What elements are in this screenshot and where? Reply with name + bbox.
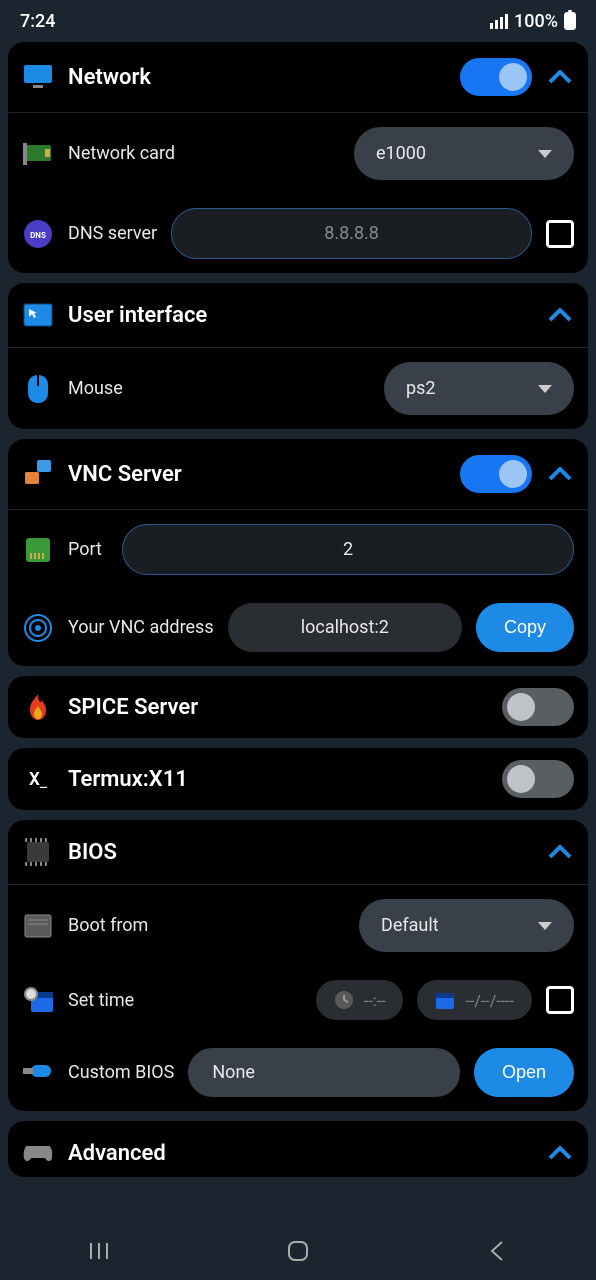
termux-header[interactable]: X_ Termux:X11: [8, 748, 588, 810]
section-ui: User interface Mouse ps2: [8, 283, 588, 429]
recents-button[interactable]: [85, 1237, 113, 1265]
back-button[interactable]: [483, 1237, 511, 1265]
mouse-label: Mouse: [68, 378, 370, 399]
port-label: Port: [68, 539, 108, 560]
vnc-address-label: Your VNC address: [68, 617, 214, 638]
port-row: Port 2: [8, 510, 588, 589]
section-spice: SPICE Server: [8, 676, 588, 738]
chevron-down-icon: [538, 922, 552, 930]
bios-header[interactable]: BIOS: [8, 820, 588, 884]
network-card-row: Network card e1000: [8, 113, 588, 194]
dns-icon: DNS: [22, 218, 54, 250]
chip-icon: [22, 836, 54, 868]
usb-icon: [22, 1057, 54, 1089]
section-advanced: Advanced: [8, 1121, 588, 1177]
open-button[interactable]: Open: [474, 1048, 574, 1097]
terminal-icon: X_: [22, 763, 54, 795]
gamepad-icon: [22, 1137, 54, 1169]
mouse-icon: [22, 373, 54, 405]
settime-label: Set time: [68, 990, 148, 1011]
section-termux: X_ Termux:X11: [8, 748, 588, 810]
monitor-icon: [22, 61, 54, 93]
dns-label: DNS server: [68, 223, 157, 244]
settime-checkbox[interactable]: [546, 986, 574, 1014]
mouse-dropdown[interactable]: ps2: [384, 362, 574, 415]
chevron-up-icon[interactable]: [546, 838, 574, 866]
battery-icon: [564, 12, 576, 30]
dns-row: DNS DNS server 8.8.8.8: [8, 194, 588, 273]
home-button[interactable]: [284, 1237, 312, 1265]
port-icon: [22, 534, 54, 566]
dns-input[interactable]: 8.8.8.8: [171, 208, 532, 259]
network-title: Network: [68, 65, 446, 90]
battery-percent: 100%: [514, 11, 558, 32]
clock-icon: [334, 990, 354, 1010]
vnc-toggle[interactable]: [460, 455, 532, 493]
status-bar: 7:24 100%: [0, 0, 596, 42]
network-card-dropdown[interactable]: e1000: [354, 127, 574, 180]
ui-header[interactable]: User interface: [8, 283, 588, 347]
boot-dropdown[interactable]: Default: [359, 899, 574, 952]
spice-header[interactable]: SPICE Server: [8, 676, 588, 738]
chevron-up-icon[interactable]: [546, 63, 574, 91]
network-header[interactable]: Network: [8, 42, 588, 112]
drive-icon: [22, 910, 54, 942]
chevron-down-icon: [538, 385, 552, 393]
vnc-title: VNC Server: [68, 462, 446, 487]
custom-bios-label: Custom BIOS: [68, 1062, 174, 1083]
status-time: 7:24: [20, 11, 55, 32]
svg-text:DNS: DNS: [30, 231, 46, 240]
port-input[interactable]: 2: [122, 524, 574, 575]
spice-toggle[interactable]: [502, 688, 574, 726]
advanced-header[interactable]: Advanced: [8, 1121, 588, 1177]
settime-row: Set time --:-- --/--/----: [8, 966, 588, 1034]
copy-button[interactable]: Copy: [476, 603, 574, 652]
chevron-up-icon[interactable]: [546, 301, 574, 329]
vnc-icon: [22, 458, 54, 490]
signal-icon: [490, 14, 508, 29]
chevron-up-icon[interactable]: [546, 460, 574, 488]
flame-icon: [22, 691, 54, 723]
chevron-up-icon[interactable]: [546, 1139, 574, 1167]
termux-toggle[interactable]: [502, 760, 574, 798]
system-nav-bar: [0, 1222, 596, 1280]
desktop-icon: [22, 299, 54, 331]
vnc-address-value: localhost:2: [228, 603, 462, 652]
termux-title: Termux:X11: [68, 767, 488, 792]
mouse-row: Mouse ps2: [8, 348, 588, 429]
vnc-address-row: Your VNC address localhost:2 Copy: [8, 589, 588, 666]
date-picker[interactable]: --/--/----: [417, 980, 532, 1020]
section-network: Network Network card e1000 DNS DNS serve…: [8, 42, 588, 273]
network-card-label: Network card: [68, 143, 340, 164]
section-bios: BIOS Boot from Default Set time --:-- --…: [8, 820, 588, 1111]
ui-title: User interface: [68, 303, 532, 328]
network-toggle[interactable]: [460, 58, 532, 96]
time-picker[interactable]: --:--: [316, 980, 404, 1020]
calendar-icon: [435, 990, 455, 1010]
bios-title: BIOS: [68, 840, 532, 865]
advanced-title: Advanced: [68, 1141, 532, 1166]
broadcast-icon: [22, 612, 54, 644]
spice-title: SPICE Server: [68, 695, 488, 720]
chevron-down-icon: [538, 150, 552, 158]
calendar-clock-icon: [22, 984, 54, 1016]
network-card-icon: [22, 138, 54, 170]
status-right: 100%: [490, 11, 576, 32]
dns-checkbox[interactable]: [546, 220, 574, 248]
custom-bios-row: Custom BIOS None Open: [8, 1034, 588, 1111]
boot-label: Boot from: [68, 915, 345, 936]
section-vnc: VNC Server Port 2 Your VNC address local…: [8, 439, 588, 666]
boot-row: Boot from Default: [8, 885, 588, 966]
vnc-header[interactable]: VNC Server: [8, 439, 588, 509]
custom-bios-value: None: [188, 1048, 460, 1097]
